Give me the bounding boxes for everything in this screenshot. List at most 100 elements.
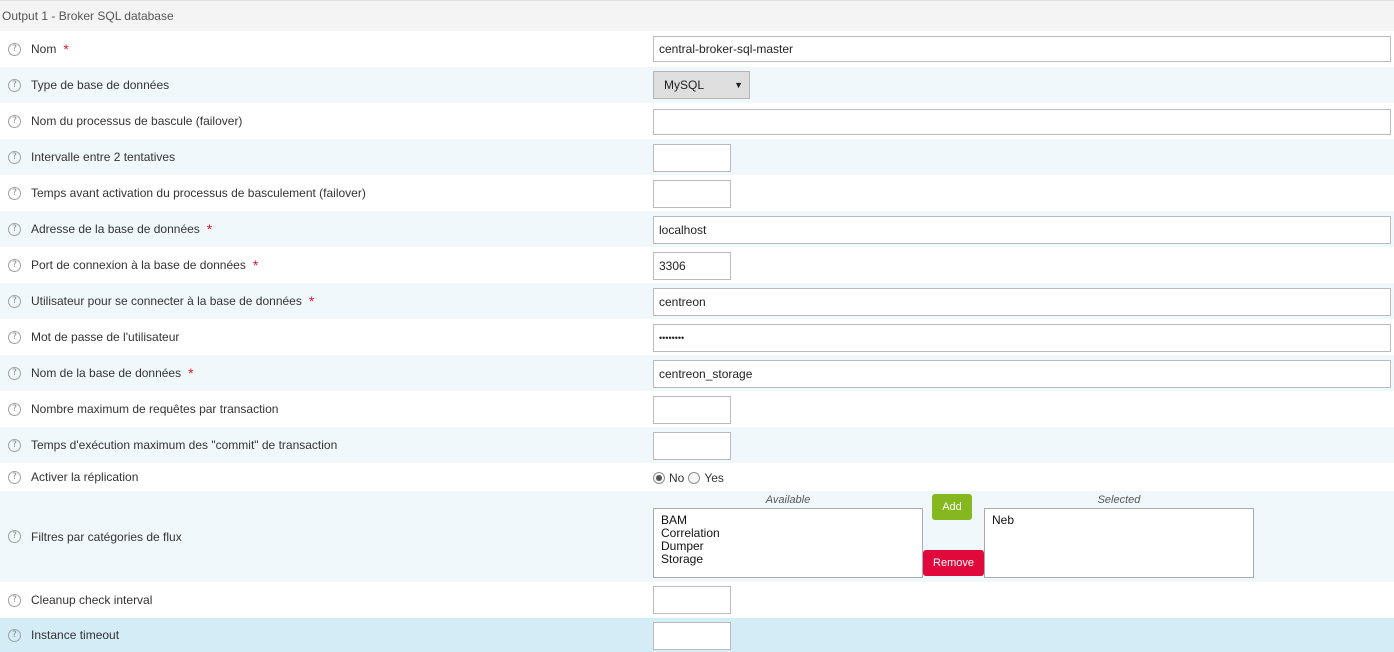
field-label: ? Nombre maximum de requêtes par transac… xyxy=(8,391,278,427)
name-label: Nom xyxy=(31,42,57,56)
field-label: ? Adresse de la base de données * xyxy=(8,211,212,247)
replication-no-radio[interactable] xyxy=(653,472,665,484)
required-mark: * xyxy=(252,257,259,273)
available-caption: Available xyxy=(765,494,811,506)
replication-label: Activer la réplication xyxy=(31,470,139,484)
db-host-input[interactable]: localhost xyxy=(653,216,1391,244)
required-mark: * xyxy=(308,293,315,309)
field-label: ? Intervalle entre 2 tentatives xyxy=(8,139,175,175)
help-icon[interactable]: ? xyxy=(8,186,21,200)
retry-interval-label: Intervalle entre 2 tentatives xyxy=(31,150,176,164)
failover-delay-label: Temps avant activation du processus de b… xyxy=(31,186,366,200)
field-label: ? Mot de passe de l'utilisateur xyxy=(8,319,179,355)
row-failover-delay: ? Temps avant activation du processus de… xyxy=(0,175,1394,211)
db-port-input[interactable]: 3306 xyxy=(653,252,731,280)
db-user-input[interactable]: centreon xyxy=(653,288,1391,316)
commit-timeout-label: Temps d'exécution maximum des "commit" d… xyxy=(31,438,338,452)
add-button[interactable]: Add xyxy=(932,494,972,520)
cleanup-interval-input[interactable] xyxy=(653,586,731,614)
help-icon[interactable]: ? xyxy=(8,628,21,642)
db-name-label: Nom de la base de données xyxy=(31,366,182,380)
field-label: ? Nom du processus de bascule (failover) xyxy=(8,103,242,139)
help-icon[interactable]: ? xyxy=(8,114,21,128)
retry-interval-input[interactable] xyxy=(653,144,731,172)
help-icon[interactable]: ? xyxy=(8,470,21,484)
row-name: ? Nom * central-broker-sql-master xyxy=(0,31,1394,67)
row-failover-name: ? Nom du processus de bascule (failover) xyxy=(0,103,1394,139)
name-input[interactable]: central-broker-sql-master xyxy=(653,36,1391,62)
help-icon[interactable]: ? xyxy=(8,593,21,607)
replication-yes-label[interactable]: Yes xyxy=(704,471,724,485)
failover-name-label: Nom du processus de bascule (failover) xyxy=(31,114,243,128)
row-db-port: ? Port de connexion à la base de données… xyxy=(0,247,1394,283)
row-db-type: ? Type de base de données MySQL ▼ xyxy=(0,67,1394,103)
help-icon[interactable]: ? xyxy=(8,42,21,56)
db-type-value: MySQL xyxy=(664,78,705,92)
row-commit-timeout: ? Temps d'exécution maximum des "commit"… xyxy=(0,427,1394,463)
help-icon[interactable]: ? xyxy=(8,402,21,416)
field-label: ? Port de connexion à la base de données… xyxy=(8,247,258,283)
replication-yes-radio[interactable] xyxy=(688,472,701,484)
cleanup-interval-label: Cleanup check interval xyxy=(31,593,153,607)
help-icon[interactable]: ? xyxy=(8,78,21,92)
list-option[interactable]: Storage xyxy=(661,553,915,566)
db-host-label: Adresse de la base de données xyxy=(31,222,200,236)
row-cleanup-interval: ? Cleanup check interval xyxy=(0,582,1394,618)
field-label: ? Temps avant activation du processus de… xyxy=(8,175,366,211)
row-db-user: ? Utilisateur pour se connecter à la bas… xyxy=(0,283,1394,319)
field-label: ? Instance timeout xyxy=(8,618,119,652)
db-type-select[interactable]: MySQL ▼ xyxy=(653,71,750,99)
queries-per-transaction-label: Nombre maximum de requêtes par transacti… xyxy=(31,402,279,416)
help-icon[interactable]: ? xyxy=(8,330,21,344)
help-icon[interactable]: ? xyxy=(8,294,21,308)
db-type-label: Type de base de données xyxy=(31,78,170,92)
field-label: ? Type de base de données xyxy=(8,67,169,103)
row-replication: ? Activer la réplication No Yes xyxy=(0,463,1394,491)
filters-label: Filtres par catégories de flux xyxy=(31,529,182,544)
instance-timeout-input[interactable] xyxy=(653,622,731,650)
broker-output-form: Output 1 - Broker SQL database ? Nom * c… xyxy=(0,0,1394,652)
field-label: ? Filtres par catégories de flux xyxy=(8,491,182,582)
row-db-password: ? Mot de passe de l'utilisateur •••••••• xyxy=(0,319,1394,355)
help-icon[interactable]: ? xyxy=(8,438,21,452)
failover-name-input[interactable] xyxy=(653,109,1391,135)
help-icon[interactable]: ? xyxy=(8,530,21,543)
required-mark: * xyxy=(206,221,213,237)
row-queries-per-transaction: ? Nombre maximum de requêtes par transac… xyxy=(0,391,1394,427)
replication-radio-group: No Yes xyxy=(653,471,728,485)
remove-button[interactable]: Remove xyxy=(923,550,984,576)
replication-no-label[interactable]: No xyxy=(669,471,684,485)
dropdown-arrow-icon: ▼ xyxy=(734,80,743,90)
help-icon[interactable]: ? xyxy=(8,222,21,236)
field-label: ? Activer la réplication xyxy=(8,463,138,491)
help-icon[interactable]: ? xyxy=(8,150,21,164)
section-header: Output 1 - Broker SQL database xyxy=(0,0,1394,31)
commit-timeout-input[interactable] xyxy=(653,432,731,460)
row-db-name: ? Nom de la base de données * centreon_s… xyxy=(0,355,1394,391)
field-label: ? Utilisateur pour se connecter à la bas… xyxy=(8,283,314,319)
instance-timeout-label: Instance timeout xyxy=(31,628,120,642)
available-listbox[interactable]: BAM Correlation Dumper Storage xyxy=(653,508,923,578)
field-label: ? Nom de la base de données * xyxy=(8,355,194,391)
db-user-label: Utilisateur pour se connecter à la base … xyxy=(31,294,302,308)
queries-per-transaction-input[interactable] xyxy=(653,396,731,424)
help-icon[interactable]: ? xyxy=(8,258,21,272)
db-password-input[interactable]: •••••••• xyxy=(653,324,1391,352)
selected-listbox[interactable]: Neb xyxy=(984,508,1254,578)
list-option[interactable]: Neb xyxy=(992,514,1246,527)
row-retry-interval: ? Intervalle entre 2 tentatives xyxy=(0,139,1394,175)
required-mark: * xyxy=(63,41,69,57)
field-label: ? Temps d'exécution maximum des "commit"… xyxy=(8,427,337,463)
field-label: ? Cleanup check interval xyxy=(8,582,152,618)
db-name-input[interactable]: centreon_storage xyxy=(653,360,1391,388)
help-icon[interactable]: ? xyxy=(8,366,21,380)
required-mark: * xyxy=(188,365,194,381)
selected-caption: Selected xyxy=(1097,494,1141,506)
row-filters: ? Filtres par catégories de flux Availab… xyxy=(0,491,1394,582)
field-label: ? Nom * xyxy=(8,31,69,67)
row-instance-timeout: ? Instance timeout xyxy=(0,618,1394,652)
row-db-host: ? Adresse de la base de données * localh… xyxy=(0,211,1394,247)
db-port-label: Port de connexion à la base de données xyxy=(31,258,246,272)
failover-delay-input[interactable] xyxy=(653,180,731,208)
db-password-label: Mot de passe de l'utilisateur xyxy=(31,330,180,344)
